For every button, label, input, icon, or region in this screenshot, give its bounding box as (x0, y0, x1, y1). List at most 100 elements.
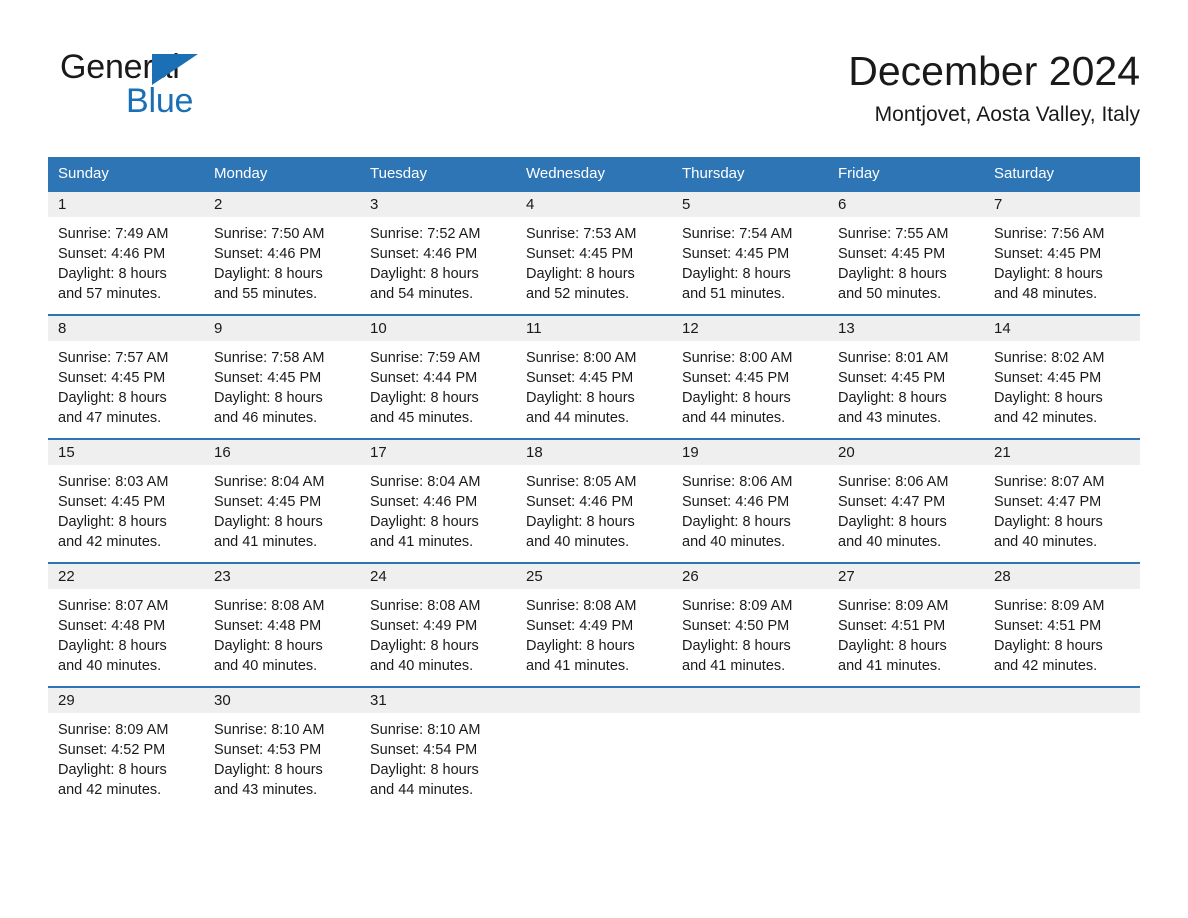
sunset-text: Sunset: 4:54 PM (370, 742, 478, 758)
day-details: Sunrise: 7:58 AM Sunset: 4:45 PM Dayligh… (204, 341, 360, 428)
page-subtitle: Montjovet, Aosta Valley, Italy (874, 103, 1140, 126)
logo-text-blue: Blue (126, 82, 194, 120)
daylight-text-line1: Daylight: 8 hours (526, 390, 635, 406)
daylight-text-line2: and 54 minutes. (370, 286, 474, 302)
calendar-day-cell[interactable]: 5 Sunrise: 7:54 AM Sunset: 4:45 PM Dayli… (672, 190, 828, 315)
sunset-text: Sunset: 4:51 PM (838, 618, 946, 634)
sunrise-text: Sunrise: 8:09 AM (58, 722, 169, 738)
calendar-day-cell[interactable]: 17 Sunrise: 8:04 AM Sunset: 4:46 PM Dayl… (360, 438, 516, 563)
daylight-text-line2: and 55 minutes. (214, 286, 318, 302)
calendar-day-cell-empty (672, 686, 828, 810)
calendar-day-cell[interactable]: 10 Sunrise: 7:59 AM Sunset: 4:44 PM Dayl… (360, 314, 516, 439)
calendar-day-cell[interactable]: 20 Sunrise: 8:06 AM Sunset: 4:47 PM Dayl… (828, 438, 984, 563)
daylight-text-line2: and 52 minutes. (526, 286, 630, 302)
day-number: 26 (672, 564, 828, 589)
day-details: Sunrise: 8:10 AM Sunset: 4:54 PM Dayligh… (360, 713, 516, 800)
day-number: 3 (360, 192, 516, 217)
calendar-day-cell[interactable]: 15 Sunrise: 8:03 AM Sunset: 4:45 PM Dayl… (48, 438, 204, 563)
calendar-day-cell-empty (828, 686, 984, 810)
calendar-day-cell[interactable]: 4 Sunrise: 7:53 AM Sunset: 4:45 PM Dayli… (516, 190, 672, 315)
sunset-text: Sunset: 4:45 PM (526, 370, 634, 386)
weekday-header-sunday: Sunday (48, 157, 204, 191)
day-number: 24 (360, 564, 516, 589)
sunset-text: Sunset: 4:49 PM (526, 618, 634, 634)
calendar-day-cell[interactable]: 16 Sunrise: 8:04 AM Sunset: 4:45 PM Dayl… (204, 438, 360, 563)
sunset-text: Sunset: 4:45 PM (682, 370, 790, 386)
sunrise-text: Sunrise: 8:09 AM (994, 598, 1105, 614)
calendar-day-cell[interactable]: 31 Sunrise: 8:10 AM Sunset: 4:54 PM Dayl… (360, 686, 516, 810)
logo-triangle-icon (152, 54, 198, 85)
calendar-day-cell[interactable]: 11 Sunrise: 8:00 AM Sunset: 4:45 PM Dayl… (516, 314, 672, 439)
daylight-text-line2: and 44 minutes. (526, 410, 630, 426)
calendar-day-cell[interactable]: 7 Sunrise: 7:56 AM Sunset: 4:45 PM Dayli… (984, 190, 1140, 315)
sunset-text: Sunset: 4:45 PM (838, 370, 946, 386)
daylight-text-line2: and 57 minutes. (58, 286, 162, 302)
daylight-text-line1: Daylight: 8 hours (214, 390, 323, 406)
sunrise-text: Sunrise: 7:49 AM (58, 226, 169, 242)
sunset-text: Sunset: 4:52 PM (58, 742, 166, 758)
sunset-text: Sunset: 4:49 PM (370, 618, 478, 634)
calendar-day-cell[interactable]: 9 Sunrise: 7:58 AM Sunset: 4:45 PM Dayli… (204, 314, 360, 439)
day-details: Sunrise: 7:55 AM Sunset: 4:45 PM Dayligh… (828, 217, 984, 304)
calendar-day-cell[interactable]: 26 Sunrise: 8:09 AM Sunset: 4:50 PM Dayl… (672, 562, 828, 687)
calendar-day-cell[interactable]: 28 Sunrise: 8:09 AM Sunset: 4:51 PM Dayl… (984, 562, 1140, 687)
sunrise-text: Sunrise: 7:50 AM (214, 226, 325, 242)
calendar-day-cell[interactable]: 13 Sunrise: 8:01 AM Sunset: 4:45 PM Dayl… (828, 314, 984, 439)
calendar-day-cell[interactable]: 21 Sunrise: 8:07 AM Sunset: 4:47 PM Dayl… (984, 438, 1140, 563)
calendar-day-cell[interactable]: 22 Sunrise: 8:07 AM Sunset: 4:48 PM Dayl… (48, 562, 204, 687)
daylight-text-line1: Daylight: 8 hours (526, 514, 635, 530)
sunrise-text: Sunrise: 7:53 AM (526, 226, 637, 242)
daylight-text-line1: Daylight: 8 hours (526, 266, 635, 282)
calendar-day-cell[interactable]: 1 Sunrise: 7:49 AM Sunset: 4:46 PM Dayli… (48, 190, 204, 315)
calendar-day-cell[interactable]: 25 Sunrise: 8:08 AM Sunset: 4:49 PM Dayl… (516, 562, 672, 687)
daylight-text-line2: and 40 minutes. (838, 534, 942, 550)
day-details: Sunrise: 7:56 AM Sunset: 4:45 PM Dayligh… (984, 217, 1140, 304)
calendar-day-cell[interactable]: 14 Sunrise: 8:02 AM Sunset: 4:45 PM Dayl… (984, 314, 1140, 439)
calendar-day-cell[interactable]: 23 Sunrise: 8:08 AM Sunset: 4:48 PM Dayl… (204, 562, 360, 687)
day-number: 8 (48, 316, 204, 341)
calendar-day-cell[interactable]: 19 Sunrise: 8:06 AM Sunset: 4:46 PM Dayl… (672, 438, 828, 563)
daylight-text-line1: Daylight: 8 hours (370, 514, 479, 530)
daylight-text-line2: and 41 minutes. (682, 658, 786, 674)
daylight-text-line2: and 41 minutes. (214, 534, 318, 550)
day-details: Sunrise: 8:03 AM Sunset: 4:45 PM Dayligh… (48, 465, 204, 552)
calendar-day-cell[interactable]: 12 Sunrise: 8:00 AM Sunset: 4:45 PM Dayl… (672, 314, 828, 439)
daylight-text-line2: and 42 minutes. (994, 658, 1098, 674)
sunrise-text: Sunrise: 7:56 AM (994, 226, 1105, 242)
sunset-text: Sunset: 4:45 PM (994, 246, 1102, 262)
calendar-day-cell[interactable]: 8 Sunrise: 7:57 AM Sunset: 4:45 PM Dayli… (48, 314, 204, 439)
calendar-day-cell[interactable]: 30 Sunrise: 8:10 AM Sunset: 4:53 PM Dayl… (204, 686, 360, 810)
daylight-text-line1: Daylight: 8 hours (682, 638, 791, 654)
sunset-text: Sunset: 4:47 PM (994, 494, 1102, 510)
calendar-day-cell[interactable]: 2 Sunrise: 7:50 AM Sunset: 4:46 PM Dayli… (204, 190, 360, 315)
sunrise-text: Sunrise: 8:10 AM (370, 722, 481, 738)
day-number: 18 (516, 440, 672, 465)
day-details (672, 713, 828, 720)
day-number: 19 (672, 440, 828, 465)
calendar-day-cell[interactable]: 27 Sunrise: 8:09 AM Sunset: 4:51 PM Dayl… (828, 562, 984, 687)
calendar-day-cell[interactable]: 6 Sunrise: 7:55 AM Sunset: 4:45 PM Dayli… (828, 190, 984, 315)
day-details: Sunrise: 7:50 AM Sunset: 4:46 PM Dayligh… (204, 217, 360, 304)
calendar-page: General Blue December 2024 Montjovet, Ao… (0, 0, 1188, 918)
sunrise-text: Sunrise: 8:04 AM (370, 474, 481, 490)
day-number: 23 (204, 564, 360, 589)
daylight-text-line1: Daylight: 8 hours (838, 266, 947, 282)
sunrise-text: Sunrise: 8:10 AM (214, 722, 325, 738)
calendar-day-cell[interactable]: 29 Sunrise: 8:09 AM Sunset: 4:52 PM Dayl… (48, 686, 204, 810)
day-details (984, 713, 1140, 720)
day-number (984, 688, 1140, 713)
calendar-week-row: 1 Sunrise: 7:49 AM Sunset: 4:46 PM Dayli… (48, 190, 1140, 315)
day-details: Sunrise: 8:07 AM Sunset: 4:47 PM Dayligh… (984, 465, 1140, 552)
sunset-text: Sunset: 4:45 PM (838, 246, 946, 262)
calendar-day-cell[interactable]: 18 Sunrise: 8:05 AM Sunset: 4:46 PM Dayl… (516, 438, 672, 563)
day-details: Sunrise: 8:00 AM Sunset: 4:45 PM Dayligh… (672, 341, 828, 428)
sunset-text: Sunset: 4:51 PM (994, 618, 1102, 634)
day-number: 25 (516, 564, 672, 589)
calendar-day-cell[interactable]: 3 Sunrise: 7:52 AM Sunset: 4:46 PM Dayli… (360, 190, 516, 315)
day-number: 7 (984, 192, 1140, 217)
calendar-day-cell[interactable]: 24 Sunrise: 8:08 AM Sunset: 4:49 PM Dayl… (360, 562, 516, 687)
day-number: 12 (672, 316, 828, 341)
day-number: 16 (204, 440, 360, 465)
daylight-text-line1: Daylight: 8 hours (994, 638, 1103, 654)
calendar-table: Sunday Monday Tuesday Wednesday Thursday… (48, 157, 1140, 810)
